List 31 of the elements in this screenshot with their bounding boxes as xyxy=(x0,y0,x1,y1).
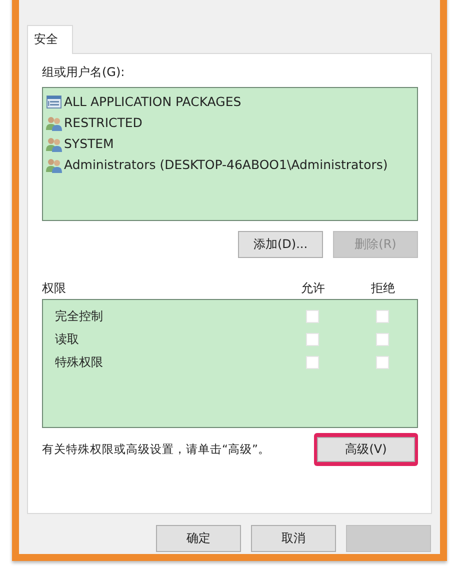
group-item[interactable]: Administrators (DESKTOP-46ABOO1\Administrators) xyxy=(46,154,414,175)
allow-header: 允许 xyxy=(300,280,326,296)
permission-name: 特殊权限 xyxy=(54,354,104,371)
permission-name: 读取 xyxy=(54,331,80,348)
group-item[interactable]: ALL APPLICATION PACKAGES xyxy=(46,91,414,112)
users-icon xyxy=(46,156,62,172)
users-icon xyxy=(46,136,62,152)
users-icon xyxy=(46,114,62,130)
deny-checkbox[interactable] xyxy=(376,310,388,323)
group-name: SYSTEM xyxy=(64,136,114,151)
group-button[interactable]: 添加(D)... xyxy=(238,231,323,258)
allow-checkbox[interactable] xyxy=(306,310,318,323)
package-icon xyxy=(46,94,62,110)
advanced-button[interactable]: 高级(V) xyxy=(317,437,415,462)
permission-name: 完全控制 xyxy=(54,308,104,325)
group-item[interactable]: RESTRICTED xyxy=(46,112,414,133)
deny-checkbox[interactable] xyxy=(376,333,388,346)
group-name: Administrators (DESKTOP-46ABOO1\Administrators) xyxy=(64,157,388,172)
deny-checkbox[interactable] xyxy=(376,356,388,369)
deny-header: 拒绝 xyxy=(370,280,396,296)
group-list-label: 组或用户名(G): xyxy=(42,64,126,81)
dialog-button[interactable]: 确定 xyxy=(156,525,241,552)
group-name: RESTRICTED xyxy=(64,115,142,130)
group-name: ALL APPLICATION PACKAGES xyxy=(64,94,242,109)
dialog-button[interactable]: 取消 xyxy=(251,525,336,552)
advanced-hint: 有关特殊权限或高级设置，请单击“高级”。 xyxy=(42,442,270,457)
permissions-label: 权限 xyxy=(42,280,67,296)
group-item[interactable]: SYSTEM xyxy=(46,133,414,154)
allow-checkbox[interactable] xyxy=(306,356,318,369)
allow-checkbox[interactable] xyxy=(306,333,318,346)
tab[interactable]: 安全 xyxy=(27,25,73,54)
